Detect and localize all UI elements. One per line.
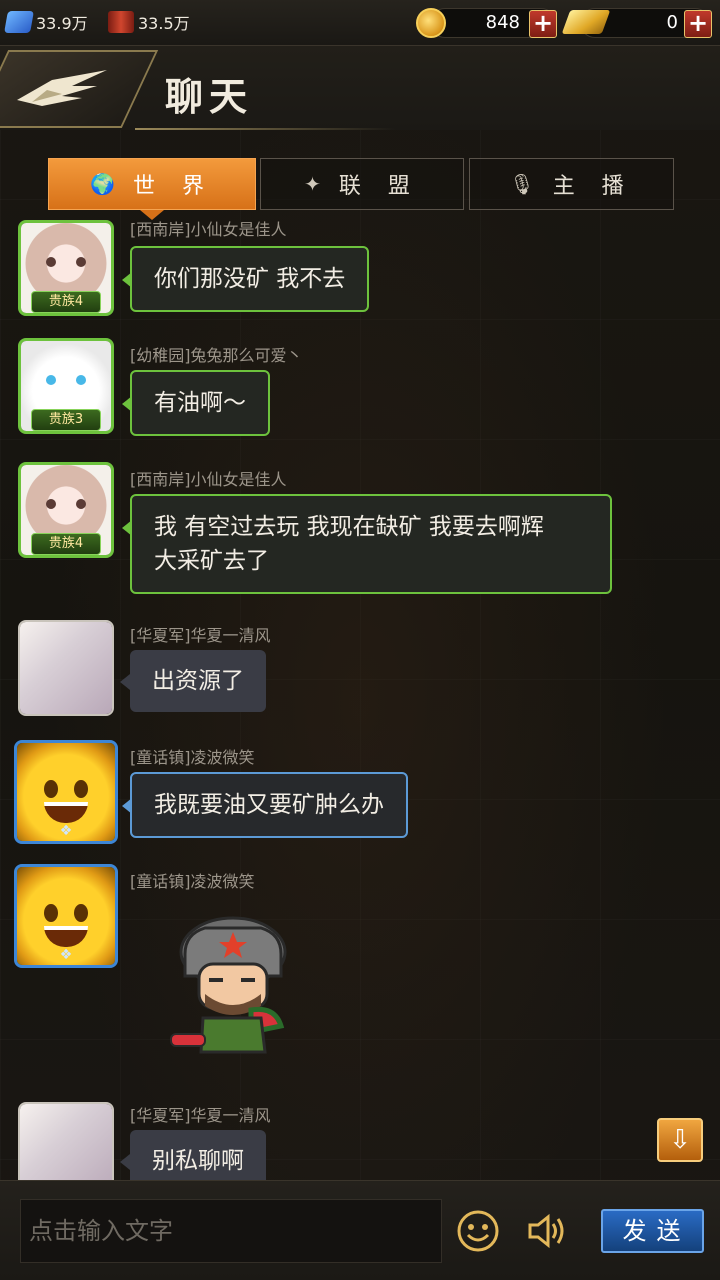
avatar[interactable]: 贵族4 <box>18 220 114 316</box>
message-bubble: 我既要油又要矿肿么办 <box>122 772 408 838</box>
add-coins-button[interactable]: + <box>529 10 557 38</box>
emoji-button[interactable] <box>456 1209 500 1253</box>
avatar[interactable] <box>18 1102 114 1180</box>
scroll-to-bottom-button[interactable]: ⇩ <box>657 1118 703 1162</box>
tab-alliance-label: 联 盟 <box>338 174 420 199</box>
sender-name: [幼稚园]兔兔那么可爱丶 <box>130 346 303 365</box>
message-bubble: 有油啊～ <box>122 370 270 436</box>
soldier-eating-watermelon-sticker[interactable] <box>165 914 295 1059</box>
tab-world[interactable]: 🌍 世 界 <box>48 158 256 210</box>
message-bubble: 你们那没矿 我不去 <box>121 246 370 312</box>
message-bubble: 别私聊啊 <box>120 1130 266 1180</box>
sender-name: [华夏军]华夏一清风 <box>130 1106 271 1125</box>
gem-icon <box>4 11 34 33</box>
sender-name: [西南岸]小仙女是佳人 <box>130 470 287 489</box>
oil-amount: 33.5万 <box>138 14 190 33</box>
chat-input-bar: 点击输入文字 发送 <box>0 1180 720 1280</box>
chat-message-list[interactable]: 贵族4 [西南岸]小仙女是佳人 你们那没矿 我不去 贵族3 [幼稚园]兔兔那么可… <box>0 214 720 1180</box>
anime-boy-portrait <box>20 622 112 714</box>
gold-amount: 0 <box>666 12 678 33</box>
noble-rank-badge: 贵族3 <box>31 409 101 431</box>
avatar[interactable]: 贵族4 <box>18 462 114 558</box>
noble-rank-badge: 贵族4 <box>31 533 101 555</box>
anime-boy-portrait <box>20 1104 112 1180</box>
avatar[interactable] <box>18 620 114 716</box>
sender-name: [西南岸]小仙女是佳人 <box>130 220 287 239</box>
tab-world-label: 世 界 <box>132 174 214 199</box>
message-text-line: 我 有空过去玩 我现在缺矿 我要去啊辉 <box>154 514 544 540</box>
sender-name: [童话镇]凌波微笑 <box>130 872 255 891</box>
send-button[interactable]: 发送 <box>601 1209 704 1253</box>
resource-bar: 33.9万 33.5万 848 + 0 + <box>0 0 720 46</box>
tab-streamer-label: 主 播 <box>552 174 634 199</box>
eagle-emblem-icon <box>17 70 107 106</box>
channel-tabs: 🌍 世 界 ✦ 联 盟 🎙 主 播 <box>48 158 674 220</box>
vip-wings-icon: ❖ <box>59 947 73 963</box>
coin-amount: 848 <box>485 12 520 33</box>
avatar[interactable]: ❖ <box>14 864 118 968</box>
coin-icon <box>416 8 446 38</box>
tab-streamer[interactable]: 🎙 主 播 <box>469 158 674 210</box>
vip-wings-icon: ❖ <box>59 823 73 839</box>
avatar[interactable]: ❖ <box>14 740 118 844</box>
noble-rank-badge: 贵族4 <box>31 291 101 313</box>
header-divider <box>135 128 395 130</box>
download-arrow-icon: ⇩ <box>669 1125 691 1155</box>
chat-header: 聊天 <box>0 46 720 130</box>
sender-name: [童话镇]凌波微笑 <box>130 748 255 767</box>
microphone-icon: 🎙 <box>509 172 535 196</box>
message-text-line: 大采矿去了 <box>154 548 269 574</box>
gems-amount: 33.9万 <box>36 14 88 33</box>
message-input[interactable]: 点击输入文字 <box>20 1199 442 1263</box>
message-bubble: 我 有空过去玩 我现在缺矿 我要去啊辉 大采矿去了 <box>122 494 612 594</box>
oil-resource: 33.5万 <box>108 10 190 34</box>
avatar[interactable]: 贵族3 <box>18 338 114 434</box>
message-bubble: 出资源了 <box>120 650 266 712</box>
voice-button[interactable] <box>524 1209 568 1253</box>
sender-name: [华夏军]华夏一清风 <box>130 626 271 645</box>
tab-alliance[interactable]: ✦ 联 盟 <box>260 158 464 210</box>
globe-icon: 🌍 <box>90 172 115 196</box>
back-button[interactable] <box>0 50 159 128</box>
add-gold-button[interactable]: + <box>684 10 712 38</box>
page-title: 聊天 <box>165 75 254 119</box>
alliance-wings-icon: ✦ <box>304 172 321 196</box>
oil-barrel-icon <box>108 11 134 33</box>
gems-resource: 33.9万 <box>4 10 88 34</box>
